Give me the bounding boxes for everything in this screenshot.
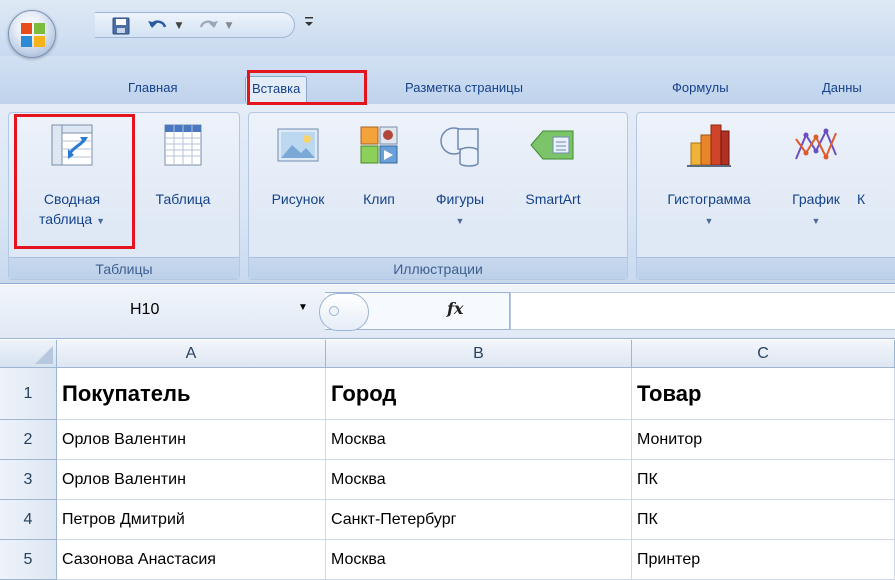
redo-icon[interactable] — [195, 15, 221, 37]
column-chart-button[interactable]: Гистограмма ▼ — [645, 113, 773, 259]
undo-icon[interactable] — [145, 15, 171, 37]
tab-page-layout[interactable]: Разметка страницы — [405, 76, 523, 100]
name-box[interactable]: H10 ▼ — [0, 295, 320, 327]
pivot-table-button[interactable]: Сводная таблица ▼ — [13, 113, 131, 259]
tab-formulas[interactable]: Формулы — [672, 76, 729, 100]
smartart-label: SmartArt — [525, 191, 581, 207]
table-icon — [164, 124, 202, 166]
line-chart-label: График ▼ — [773, 189, 859, 231]
table-cell[interactable]: Товар — [632, 368, 895, 420]
table-cell[interactable]: ПК — [632, 500, 895, 540]
chevron-down-icon: ▼ — [811, 216, 821, 226]
pivot-table-label: Сводная таблица ▼ — [13, 189, 131, 231]
customize-qat-icon[interactable] — [304, 14, 314, 32]
row-header[interactable]: 1 — [0, 368, 57, 420]
ribbon: Сводная таблица ▼ Таблица Таблицы Рисуно… — [0, 104, 895, 284]
shapes-icon — [440, 127, 479, 167]
group-charts: Гистограмма ▼ График ▼ К — [636, 112, 895, 280]
table-cell[interactable]: Москва — [326, 540, 632, 580]
table-cell[interactable]: ПК — [632, 460, 895, 500]
picture-icon — [277, 128, 319, 162]
column-header-c[interactable]: C — [632, 340, 895, 368]
table-cell[interactable]: Петров Дмитрий — [57, 500, 326, 540]
ribbon-tabs: Главная Вставка Разметка страницы Формул… — [0, 56, 895, 104]
line-chart-button[interactable]: График ▼ — [773, 113, 859, 259]
chevron-down-icon: ▼ — [704, 216, 714, 226]
pivot-table-icon — [51, 124, 93, 166]
clip-art-label: Клип — [363, 191, 395, 207]
line-chart-icon — [795, 128, 837, 160]
row-header[interactable]: 2 — [0, 420, 57, 460]
more-charts-label: К — [857, 191, 866, 207]
fx-area: fx — [319, 292, 510, 331]
shapes-label: Фигуры ▼ — [415, 189, 505, 231]
table-cell[interactable]: Покупатель — [57, 368, 326, 420]
table-cell[interactable]: Орлов Валентин — [57, 420, 326, 460]
row-header[interactable]: 3 — [0, 460, 57, 500]
column-chart-icon — [687, 124, 731, 167]
table-cell[interactable]: Москва — [326, 460, 632, 500]
redo-dropdown-icon[interactable]: ▼ — [223, 15, 235, 37]
row-header[interactable]: 5 — [0, 540, 57, 580]
more-charts-button[interactable]: К — [857, 113, 887, 259]
group-tables: Сводная таблица ▼ Таблица Таблицы — [8, 112, 240, 280]
chevron-down-icon: ▼ — [96, 216, 106, 226]
smartart-button[interactable]: SmartArt — [503, 113, 603, 259]
group-illustrations: Рисунок Клип Фигуры ▼ SmartArt Иллюстрац… — [248, 112, 628, 280]
table-cell[interactable]: Монитор — [632, 420, 895, 460]
resize-dot-icon — [329, 306, 339, 316]
smartart-icon — [530, 130, 574, 160]
formula-input[interactable] — [510, 292, 895, 330]
picture-button[interactable]: Рисунок — [253, 113, 343, 259]
table-cell[interactable]: Москва — [326, 420, 632, 460]
table-cell[interactable]: Сазонова Анастасия — [57, 540, 326, 580]
select-all-button[interactable] — [0, 340, 57, 368]
picture-label: Рисунок — [271, 191, 325, 207]
table-cell[interactable]: Город — [326, 368, 632, 420]
table-cell[interactable]: Орлов Валентин — [57, 460, 326, 500]
worksheet-grid: A B C 1 Покупатель Город Товар 2 Орлов В… — [0, 340, 895, 580]
formula-bar: H10 ▼ fx — [0, 285, 895, 339]
row-header[interactable]: 4 — [0, 500, 57, 540]
clip-art-button[interactable]: Клип — [345, 113, 413, 259]
tab-data[interactable]: Данны — [822, 76, 862, 100]
office-logo-icon — [21, 23, 45, 47]
clip-art-icon — [360, 126, 398, 164]
table-button[interactable]: Таблица — [135, 113, 231, 259]
column-header-a[interactable]: A — [57, 340, 326, 368]
column-header-b[interactable]: B — [326, 340, 632, 368]
group-charts-label — [637, 257, 895, 279]
chevron-down-icon[interactable]: ▼ — [298, 302, 308, 313]
tab-insert[interactable]: Вставка — [245, 76, 308, 102]
formula-bar-handle[interactable] — [319, 293, 369, 331]
shapes-button[interactable]: Фигуры ▼ — [415, 113, 505, 259]
table-cell[interactable]: Принтер — [632, 540, 895, 580]
column-chart-label: Гистограмма ▼ — [645, 189, 773, 231]
title-bar: ▼ ▼ — [0, 0, 895, 58]
office-button[interactable] — [8, 10, 56, 58]
table-cell[interactable]: Санкт-Петербург — [326, 500, 632, 540]
name-box-value: H10 — [130, 301, 160, 318]
insert-function-icon[interactable]: fx — [447, 299, 463, 318]
save-icon[interactable] — [109, 15, 133, 37]
quick-access-toolbar: ▼ ▼ — [95, 12, 295, 38]
chevron-down-icon: ▼ — [455, 216, 465, 226]
group-tables-label: Таблицы — [9, 257, 239, 279]
tab-home[interactable]: Главная — [128, 76, 177, 100]
group-illustrations-label: Иллюстрации — [249, 257, 627, 279]
table-label: Таблица — [155, 191, 211, 207]
undo-dropdown-icon[interactable]: ▼ — [173, 15, 185, 37]
